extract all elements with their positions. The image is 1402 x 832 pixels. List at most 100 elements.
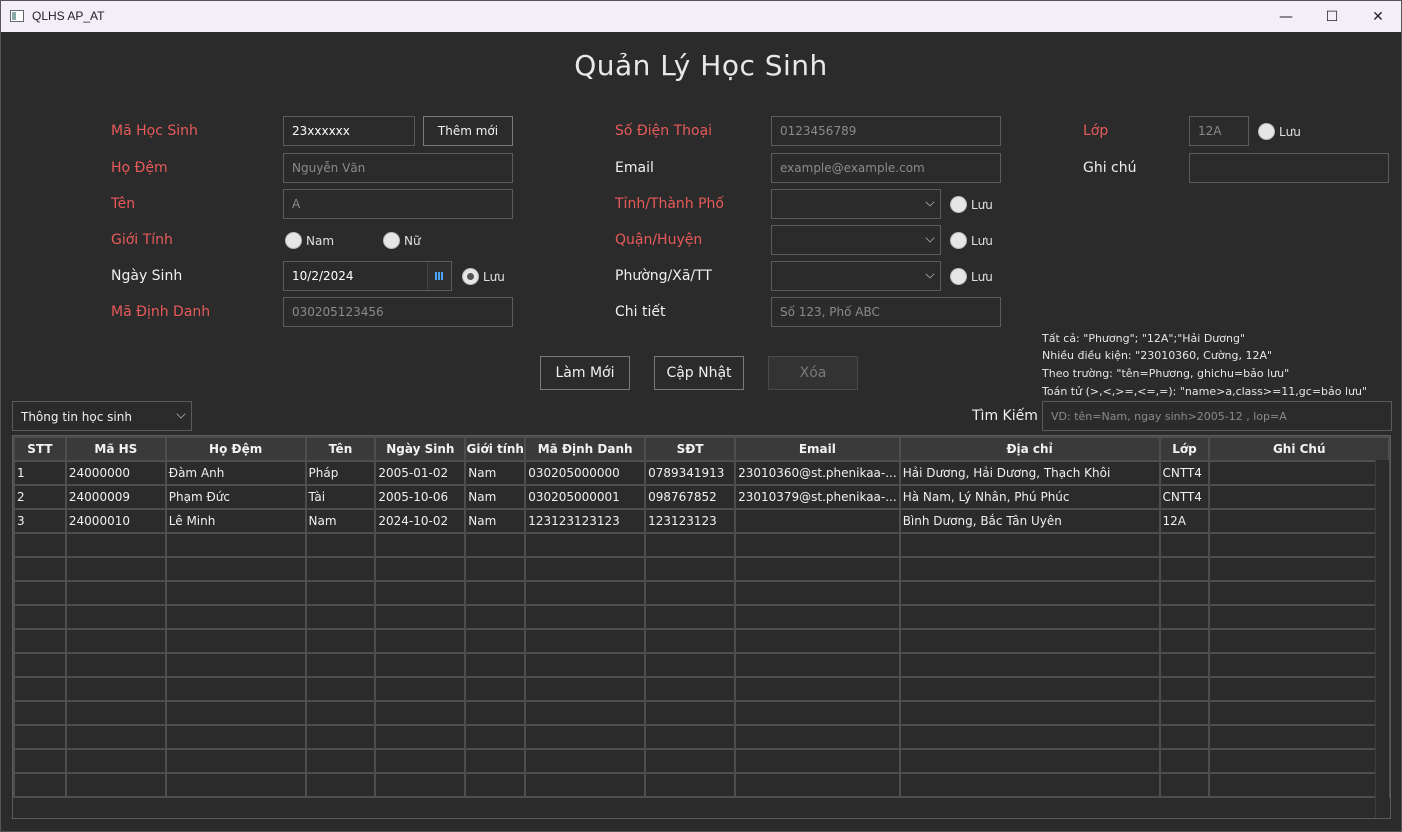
table-cell[interactable]	[734, 748, 901, 774]
table-cell[interactable]: Đàm Anh	[164, 460, 307, 486]
table-cell[interactable]	[524, 580, 647, 606]
table-cell[interactable]	[304, 700, 377, 726]
table-cell[interactable]	[1158, 652, 1211, 678]
column-header[interactable]: Địa chỉ	[898, 436, 1161, 462]
table-cell[interactable]	[1208, 580, 1390, 606]
table-row[interactable]	[13, 532, 1390, 558]
table-cell[interactable]	[734, 700, 901, 726]
table-cell[interactable]: 23010379@st.phenikaa-...	[734, 484, 901, 510]
table-cell[interactable]	[1208, 748, 1390, 774]
table-cell[interactable]	[1208, 556, 1390, 582]
table-cell[interactable]	[164, 676, 307, 702]
table-cell[interactable]: Nam	[464, 484, 527, 510]
column-header[interactable]: Họ Đệm	[164, 436, 307, 462]
table-cell[interactable]	[164, 532, 307, 558]
table-cell[interactable]: 3	[13, 508, 67, 534]
table-cell[interactable]	[374, 652, 467, 678]
table-cell[interactable]	[898, 772, 1161, 798]
table-cell[interactable]	[898, 700, 1161, 726]
table-row[interactable]	[13, 604, 1390, 630]
column-header[interactable]: STT	[13, 436, 67, 462]
table-cell[interactable]: CNTT4	[1158, 484, 1211, 510]
table-cell[interactable]	[734, 532, 901, 558]
search-input[interactable]: VD: tên=Nam, ngay sinh>2005-12 , lop=A	[1042, 401, 1392, 431]
table-cell[interactable]	[464, 580, 527, 606]
table-cell[interactable]	[644, 556, 737, 582]
table-cell[interactable]: 2	[13, 484, 67, 510]
table-cell[interactable]	[1208, 772, 1390, 798]
table-row[interactable]: 2 24000009 Phạm Đức Tài 2005-10-06 Nam 0302050…	[13, 484, 1390, 510]
table-row[interactable]	[13, 652, 1390, 678]
table-cell[interactable]	[164, 652, 307, 678]
table-cell[interactable]: 030205000001	[524, 484, 647, 510]
email-input[interactable]: example@example.com	[771, 153, 1001, 183]
close-button[interactable]: ✕	[1355, 1, 1401, 32]
table-cell[interactable]: 1	[13, 460, 67, 486]
table-cell[interactable]	[734, 604, 901, 630]
table-cell[interactable]	[524, 724, 647, 750]
table-cell[interactable]	[164, 580, 307, 606]
table-row[interactable]	[13, 724, 1390, 750]
table-cell[interactable]	[644, 676, 737, 702]
minimize-button[interactable]: —	[1263, 1, 1309, 32]
table-cell[interactable]	[64, 748, 167, 774]
table-cell[interactable]	[524, 556, 647, 582]
first-name-input[interactable]: A	[283, 189, 513, 219]
table-cell[interactable]: 123123123	[644, 508, 737, 534]
column-header[interactable]: Mã Định Danh	[524, 436, 647, 462]
table-cell[interactable]	[164, 628, 307, 654]
table-cell[interactable]	[304, 676, 377, 702]
middle-name-input[interactable]: Nguyễn Văn	[283, 153, 513, 183]
table-cell[interactable]: CNTT4	[1158, 460, 1211, 486]
table-cell[interactable]	[374, 724, 467, 750]
table-cell[interactable]	[164, 556, 307, 582]
table-cell[interactable]	[1208, 652, 1390, 678]
table-cell[interactable]	[898, 580, 1161, 606]
column-header[interactable]: SĐT	[644, 436, 737, 462]
table-cell[interactable]	[164, 724, 307, 750]
table-cell[interactable]	[64, 772, 167, 798]
table-cell[interactable]	[374, 556, 467, 582]
table-row[interactable]	[13, 772, 1390, 798]
table-cell[interactable]	[64, 676, 167, 702]
table-cell[interactable]	[374, 580, 467, 606]
table-cell[interactable]	[1208, 700, 1390, 726]
table-cell[interactable]	[1208, 676, 1390, 702]
table-cell[interactable]	[304, 652, 377, 678]
table-cell[interactable]: Hà Nam, Lý Nhân, Phú Phúc	[898, 484, 1161, 510]
table-row[interactable]	[13, 580, 1390, 606]
table-cell[interactable]	[164, 748, 307, 774]
table-cell[interactable]	[1208, 460, 1390, 486]
table-cell[interactable]	[13, 676, 67, 702]
table-cell[interactable]	[464, 604, 527, 630]
table-cell[interactable]	[734, 580, 901, 606]
table-cell[interactable]	[644, 724, 737, 750]
view-select[interactable]: Thông tin học sinh	[12, 401, 192, 431]
save-ward-radio[interactable]: Lưu	[950, 268, 993, 285]
table-cell[interactable]	[898, 556, 1161, 582]
table-cell[interactable]	[464, 556, 527, 582]
table-cell[interactable]	[1158, 532, 1211, 558]
table-cell[interactable]: 123123123123	[524, 508, 647, 534]
maximize-button[interactable]: ☐	[1309, 1, 1355, 32]
table-cell[interactable]	[464, 652, 527, 678]
column-header[interactable]: Mã HS	[64, 436, 167, 462]
table-cell[interactable]	[64, 580, 167, 606]
table-cell[interactable]	[1208, 604, 1390, 630]
table-cell[interactable]: 2005-10-06	[374, 484, 467, 510]
table-cell[interactable]	[304, 532, 377, 558]
table-cell[interactable]	[898, 532, 1161, 558]
table-cell[interactable]: 2005-01-02	[374, 460, 467, 486]
table-cell[interactable]	[13, 628, 67, 654]
table-cell[interactable]	[64, 652, 167, 678]
table-cell[interactable]	[644, 580, 737, 606]
table-cell[interactable]	[524, 676, 647, 702]
table-cell[interactable]	[524, 652, 647, 678]
table-cell[interactable]	[1208, 484, 1390, 510]
column-header[interactable]: Ghi Chú	[1208, 436, 1390, 462]
table-cell[interactable]: 24000009	[64, 484, 167, 510]
table-cell[interactable]	[734, 652, 901, 678]
table-cell[interactable]: Pháp	[304, 460, 377, 486]
table-row[interactable]	[13, 676, 1390, 702]
table-cell[interactable]	[898, 676, 1161, 702]
